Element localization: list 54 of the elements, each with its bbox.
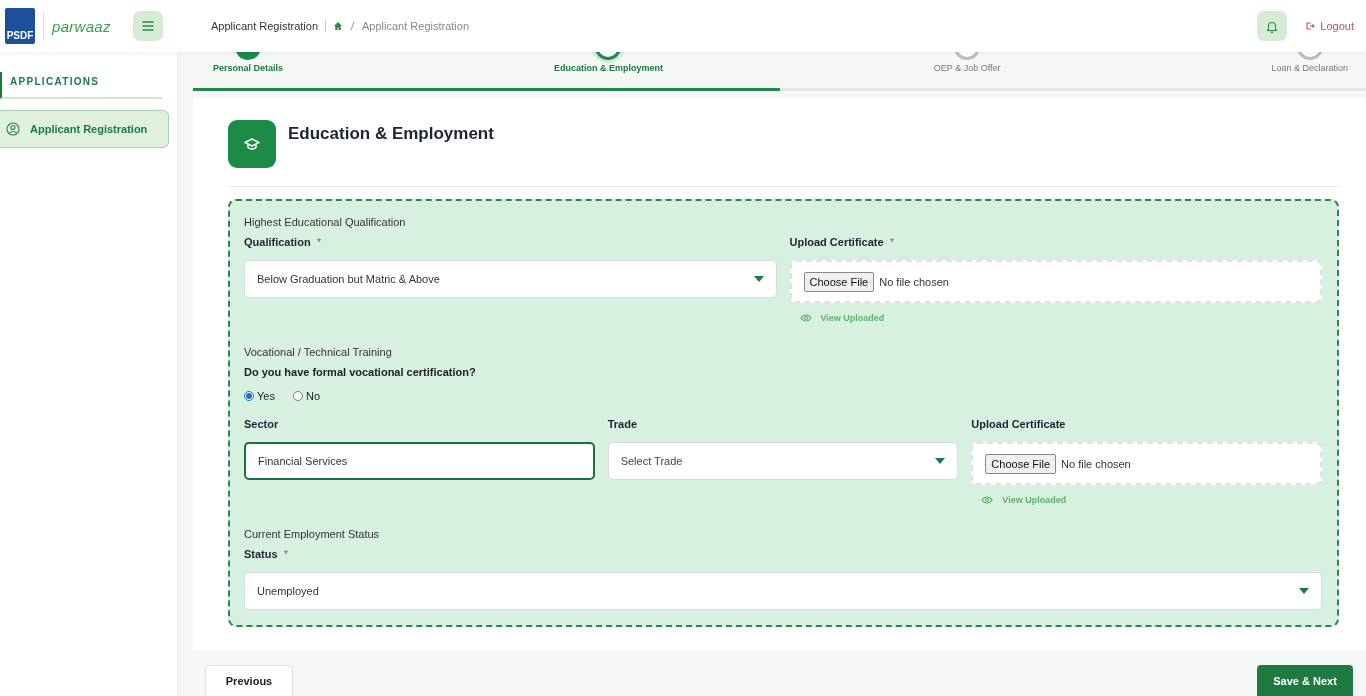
text-field[interactable]: Financial Services (244, 442, 595, 480)
file-upload-field[interactable]: Choose File No file chosen (971, 442, 1322, 485)
sidebar-item[interactable]: Applicant Registration (0, 110, 169, 148)
page-title: Education & Employment (288, 124, 494, 144)
notifications-button[interactable] (1257, 11, 1288, 41)
user-icon (6, 122, 20, 136)
step-label[interactable]: OEP & Job Offer (933, 63, 1001, 73)
graduation-cap-icon (228, 120, 276, 168)
dropdown-field[interactable]: Select Trade (607, 442, 959, 480)
radio-option[interactable]: Yes (244, 389, 275, 403)
field-label: Upload Certificate (971, 417, 1066, 431)
file-upload-field[interactable]: Choose File No file chosen (789, 260, 1322, 303)
dropdown-field[interactable]: Unemployed (244, 572, 1322, 610)
field-label: Qualification (244, 235, 311, 249)
step-label[interactable]: Loan & Declaration (1271, 63, 1348, 73)
logout-label[interactable]: Logout (1320, 20, 1354, 32)
menu-button[interactable] (133, 11, 163, 41)
previous-button[interactable]: Previous (205, 665, 293, 696)
sidebar-heading: APPLICATIONS (0, 72, 162, 99)
step-label[interactable]: Education & Employment (553, 63, 663, 73)
dropdown-caret-icon (753, 276, 764, 282)
save-next-button[interactable]: Save & Next (1257, 665, 1353, 696)
field-label: Sector (244, 417, 279, 431)
page-heading: Applicant Registration (211, 20, 326, 32)
file-status: No file chosen (879, 275, 949, 288)
choose-file-button[interactable]: Choose File (803, 271, 875, 292)
required-mark: * (283, 547, 288, 561)
eye-icon (799, 314, 812, 322)
field-label: Status (244, 547, 278, 561)
menu-icon (142, 21, 154, 31)
brand-name: parwaaz (52, 17, 111, 35)
logout-icon (1305, 21, 1316, 31)
slash-icon (350, 21, 355, 31)
section-title: Highest Educational Qualification (244, 215, 407, 229)
step-label[interactable]: Personal Details (213, 63, 284, 73)
file-status: No file chosen (1061, 457, 1131, 470)
dropdown-field[interactable]: Below Graduation but Matric & Above (244, 260, 777, 298)
bell-icon (1266, 19, 1279, 33)
field-label: Upload Certificate (789, 235, 884, 249)
choose-file-button[interactable]: Choose File (985, 453, 1057, 474)
radio-option[interactable]: No (292, 389, 320, 403)
logo-mark: PSDF (5, 8, 35, 44)
logout-link[interactable]: Logout (1305, 20, 1354, 32)
dropdown-caret-icon (1299, 588, 1309, 594)
field-label: Trade (607, 417, 637, 431)
required-mark: * (316, 235, 321, 249)
dropdown-caret-icon (935, 458, 946, 464)
required-mark: * (889, 235, 894, 249)
eye-icon (981, 496, 994, 504)
question-label: Do you have formal vocational certification? (244, 365, 477, 379)
breadcrumb-item: Applicant Registration (362, 20, 470, 32)
home-icon (333, 21, 343, 31)
section-title: Vocational / Technical Training (244, 345, 393, 359)
section-title: Current Employment Status (244, 527, 381, 541)
